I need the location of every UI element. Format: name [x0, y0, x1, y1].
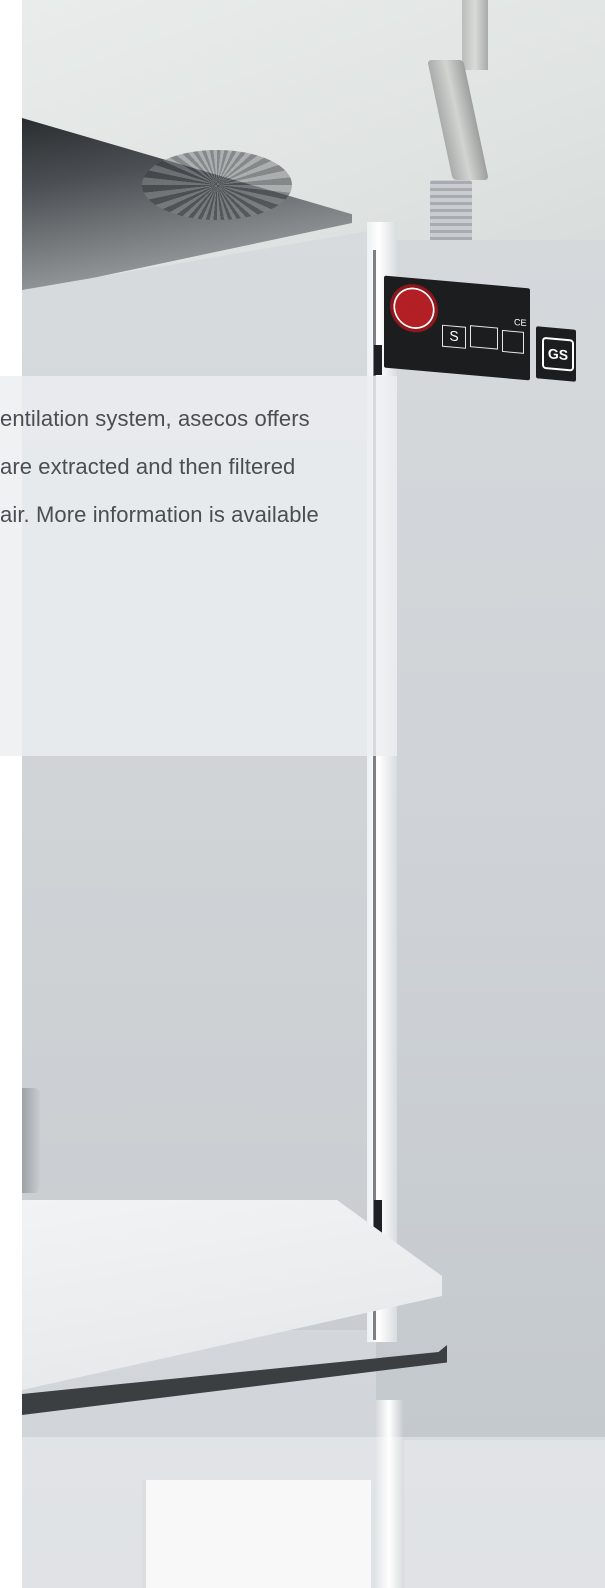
- cabinet-photo: S CE GS: [22, 0, 605, 1588]
- label-s: S: [442, 324, 466, 349]
- label-mark-icon: [470, 325, 498, 350]
- certification-plate: S CE: [384, 275, 530, 381]
- text-clip: entilation system, asecos offers are ext…: [0, 376, 397, 756]
- hinge-icon: [374, 345, 382, 375]
- exhaust-pipe: [422, 0, 492, 270]
- label-mark-icon: [502, 329, 524, 354]
- panel-text-line: entilation system, asecos offers: [0, 406, 310, 431]
- pipe-segment: [427, 60, 489, 180]
- worktop-bracket: [22, 1088, 40, 1193]
- page: S CE GS entilation system, asecos offers…: [0, 0, 605, 1588]
- panel-text-line: are extracted and then filtered: [0, 454, 296, 479]
- bottom-fade: [22, 1437, 605, 1588]
- gs-plate: GS: [536, 326, 576, 382]
- text-panel: entilation system, asecos offers are ext…: [0, 376, 397, 756]
- ce-mark: CE: [514, 316, 527, 329]
- ceiling-vent-icon: [142, 150, 292, 220]
- panel-text-line: air. More information is available: [0, 502, 319, 527]
- pipe-segment: [462, 0, 488, 70]
- approval-seal-icon: [390, 282, 438, 335]
- gs-mark-icon: GS: [542, 336, 574, 372]
